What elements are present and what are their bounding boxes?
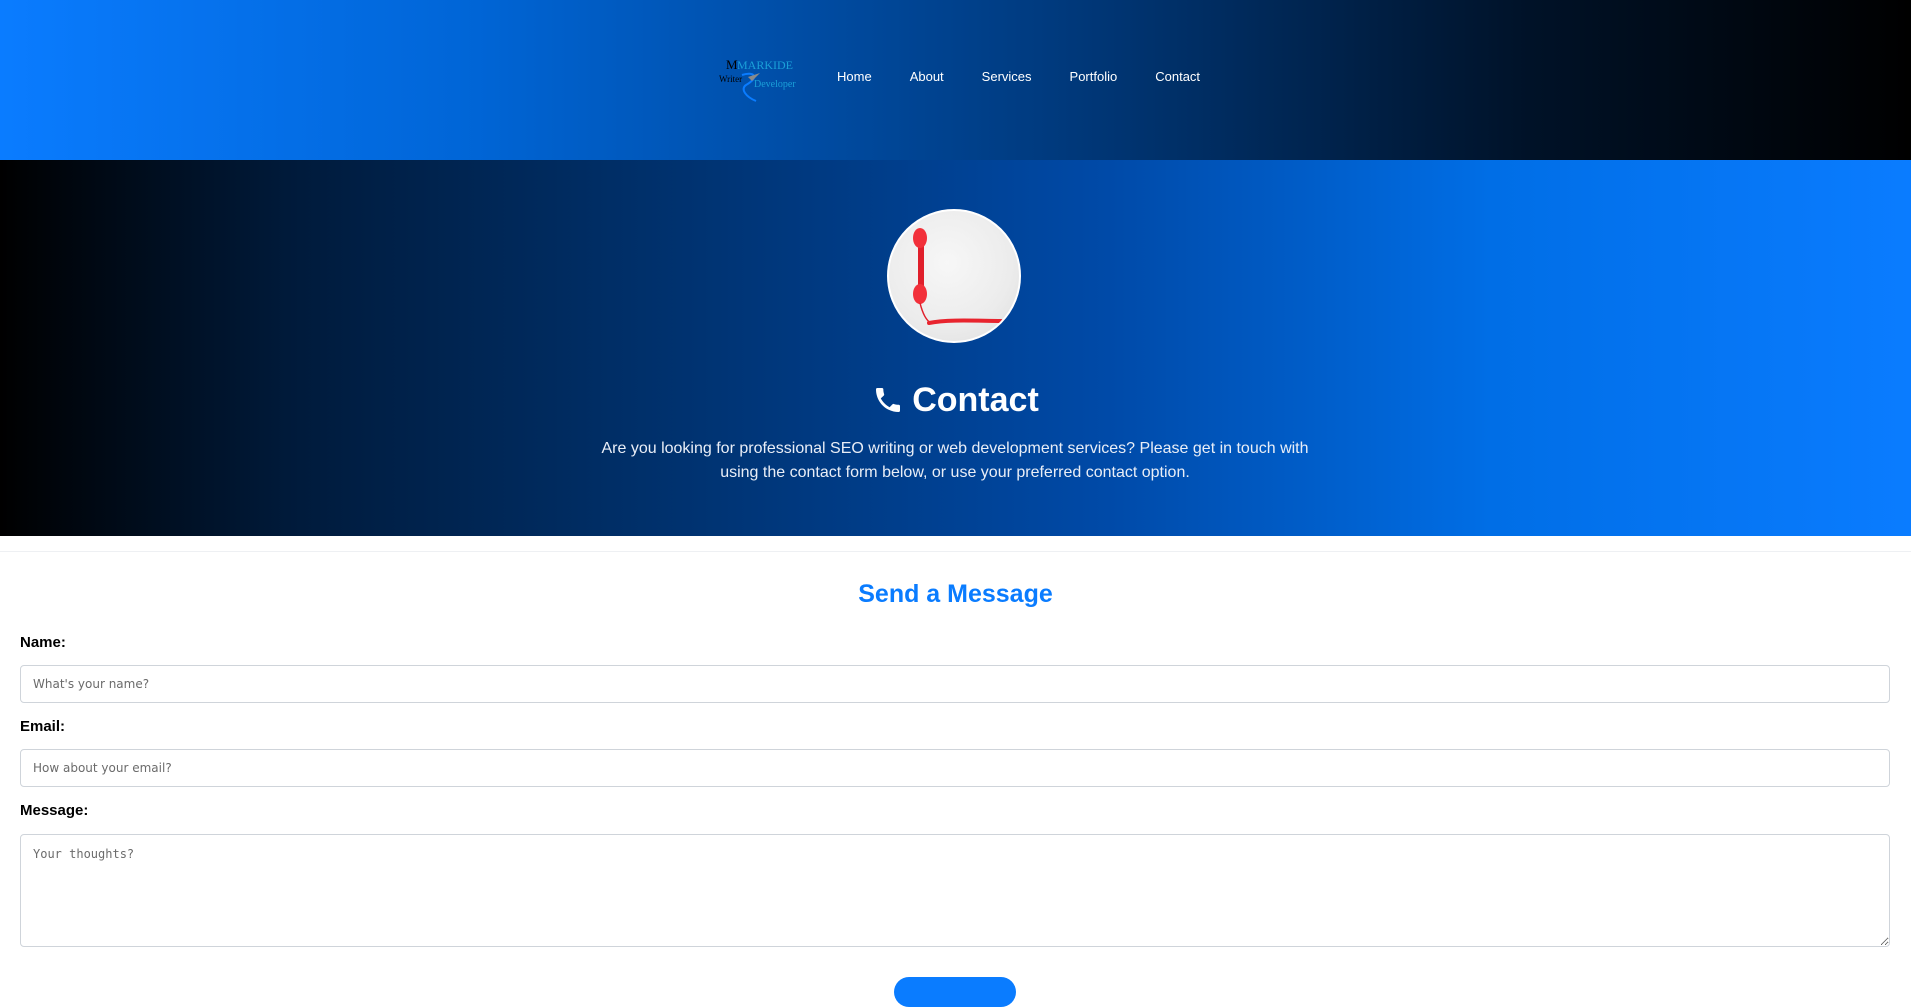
email-label: Email: [20, 718, 66, 735]
site-logo[interactable]: M MARKIDE Writer Developer [716, 53, 804, 105]
red-telephone-icon [913, 228, 1003, 325]
logo-developer: Developer [754, 79, 796, 90]
main-nav: Home About Services Portfolio Contact [837, 66, 1238, 88]
nav-portfolio[interactable]: Portfolio [1070, 66, 1118, 88]
nav-services[interactable]: Services [982, 66, 1032, 88]
name-label: Name: [20, 634, 66, 651]
submit-button[interactable] [894, 977, 1016, 1007]
contact-image [887, 209, 1021, 343]
logo-writer: Writer [719, 74, 742, 84]
message-label: Message: [20, 802, 89, 819]
nav-home[interactable]: Home [837, 66, 872, 88]
logo-wordmark: MARKIDE [737, 58, 793, 72]
section-divider [0, 551, 1911, 552]
nav-contact[interactable]: Contact [1155, 66, 1200, 88]
email-input[interactable] [20, 749, 1890, 787]
form-title: Send a Message [858, 580, 1053, 608]
name-input[interactable] [20, 665, 1890, 703]
nav-about[interactable]: About [910, 66, 944, 88]
phone-icon [876, 388, 901, 412]
hero-title-text: Contact [912, 381, 1039, 419]
hero-description: Are you looking for professional SEO wri… [601, 440, 1309, 481]
site-header: M MARKIDE Writer Developer Home About Se… [0, 0, 1911, 160]
hero-title: Contact [0, 374, 1911, 426]
message-textarea[interactable] [20, 834, 1890, 947]
